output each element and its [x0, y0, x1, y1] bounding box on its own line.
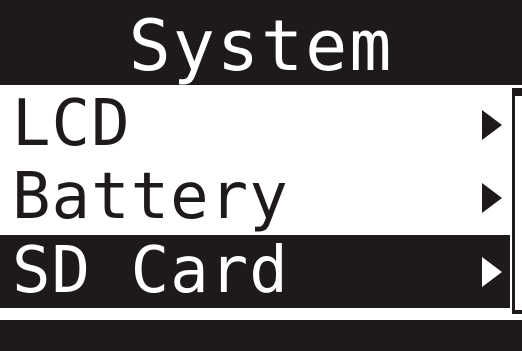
menu-item-label: SD Card: [12, 234, 289, 308]
bottom-bar: [0, 320, 522, 351]
title-bar: System: [0, 0, 522, 85]
menu-item-lcd[interactable]: LCD: [0, 88, 510, 161]
page-title: System: [128, 5, 394, 87]
menu-item-label: LCD: [12, 87, 131, 161]
right-triangle-icon: [482, 183, 502, 213]
right-triangle-icon: [482, 110, 502, 140]
menu-item-label: Battery: [12, 160, 289, 234]
menu-item-battery[interactable]: Battery: [0, 161, 510, 234]
scrollbar-thumb[interactable]: [515, 96, 522, 310]
menu-item-sd-card[interactable]: SD Card: [0, 235, 510, 308]
device-screen: System LCD Battery SD Card: [0, 0, 522, 351]
right-triangle-icon: [482, 257, 502, 287]
